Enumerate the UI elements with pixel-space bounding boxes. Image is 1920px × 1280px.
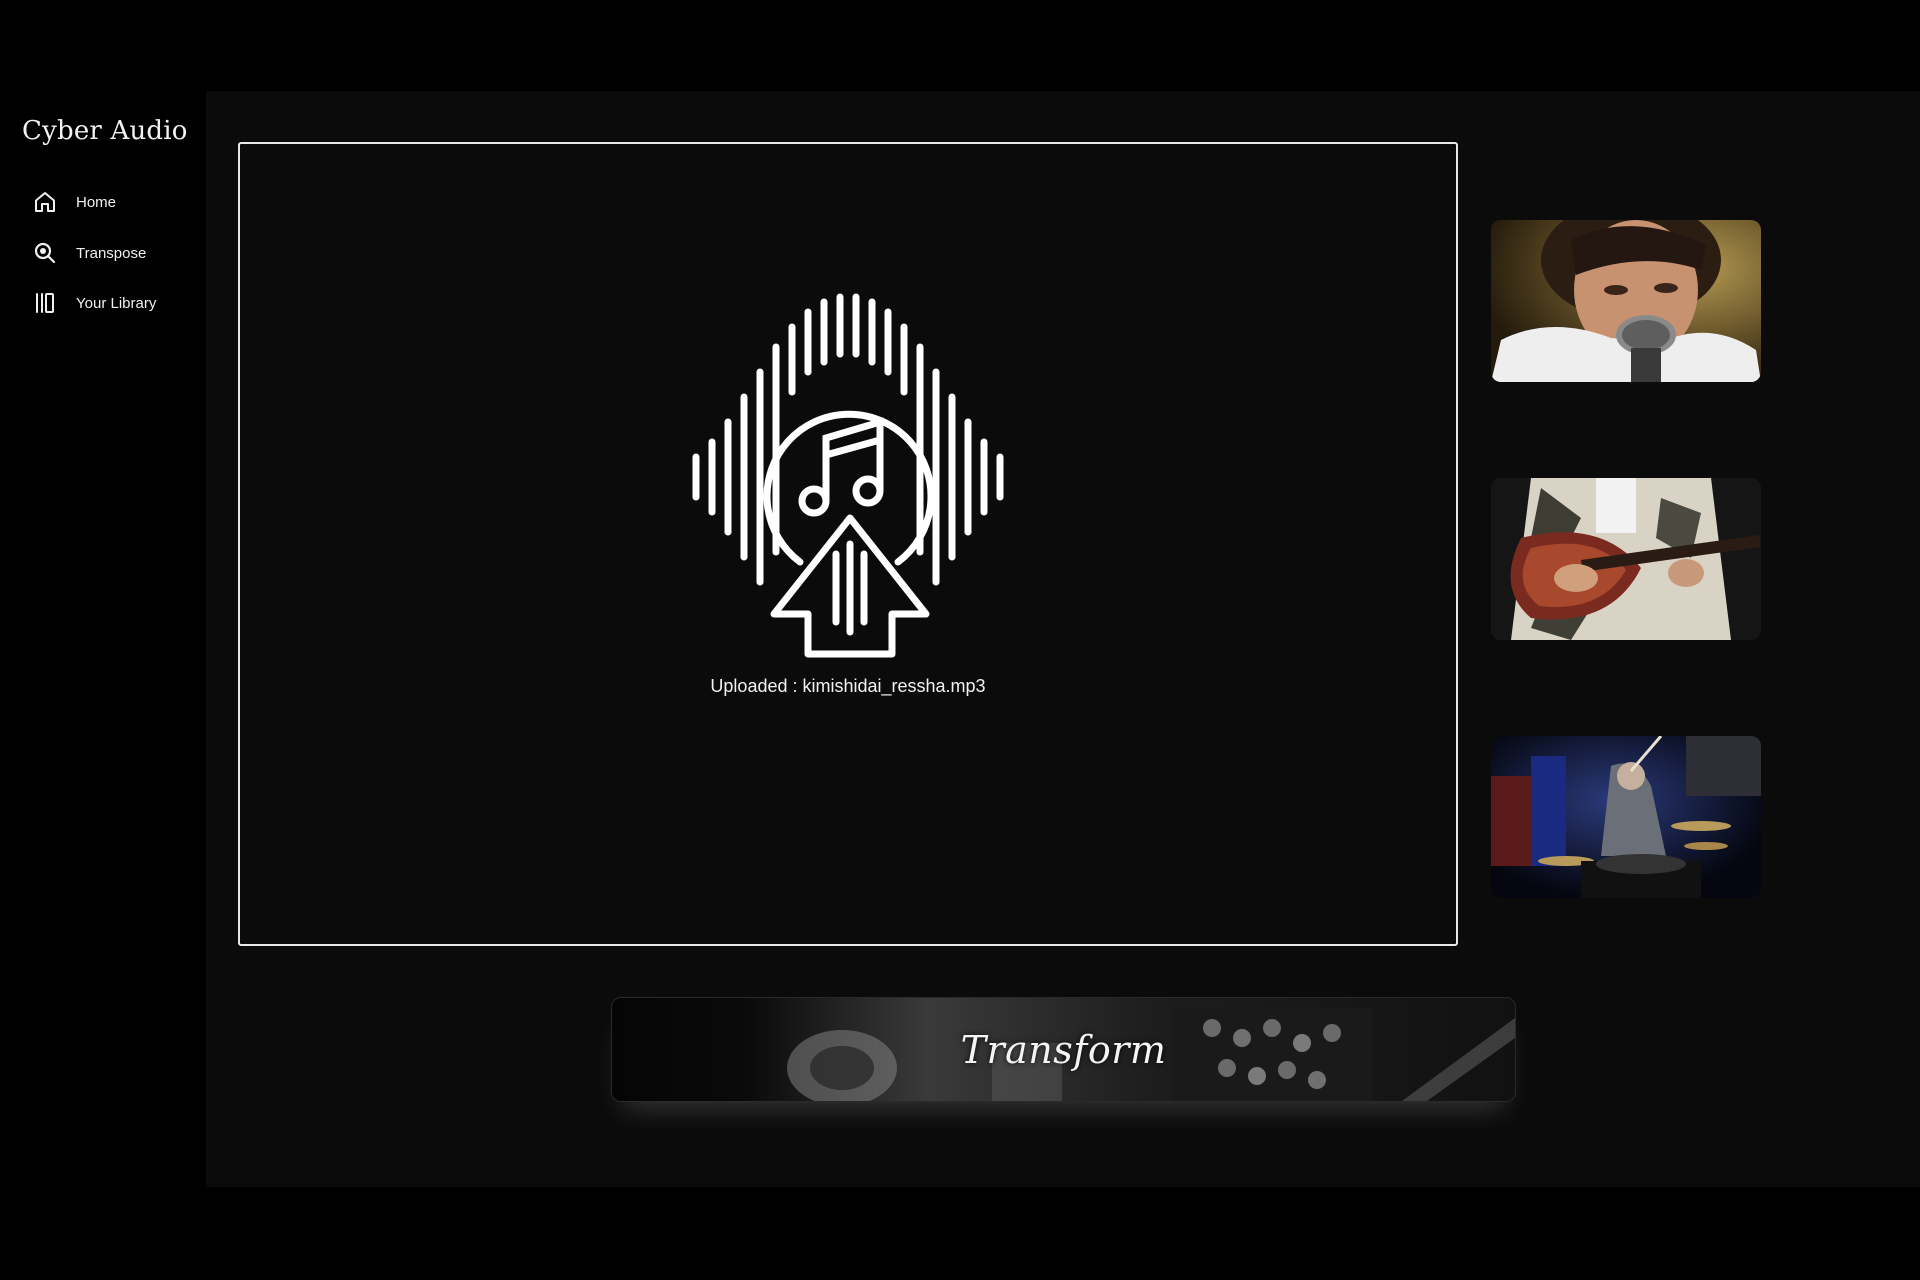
library-icon — [32, 290, 58, 316]
app-window: Cyber Audio Home Transpose Your Library … — [0, 0, 1920, 1280]
home-icon — [32, 189, 58, 215]
sidebar-item-transpose[interactable]: Transpose — [32, 238, 146, 268]
music-upload-icon — [688, 292, 1012, 664]
app-brand: Cyber Audio — [22, 116, 188, 146]
singer-image — [1491, 220, 1761, 382]
transform-button[interactable]: Transform — [611, 997, 1516, 1102]
guitarist-image — [1491, 478, 1761, 640]
sidebar-item-label: Your Library — [76, 294, 157, 312]
drummer-image — [1491, 736, 1761, 898]
sidebar-item-home[interactable]: Home — [32, 187, 116, 217]
search-icon — [32, 240, 58, 266]
sidebar-item-label: Home — [76, 193, 117, 211]
sidebar-item-label: Transpose — [76, 244, 147, 262]
sidebar-item-your-library[interactable]: Your Library — [32, 288, 156, 318]
transform-button-label: Transform — [960, 1027, 1167, 1072]
upload-status-text: Uploaded : kimishidai_ressha.mp3 — [710, 676, 986, 696]
